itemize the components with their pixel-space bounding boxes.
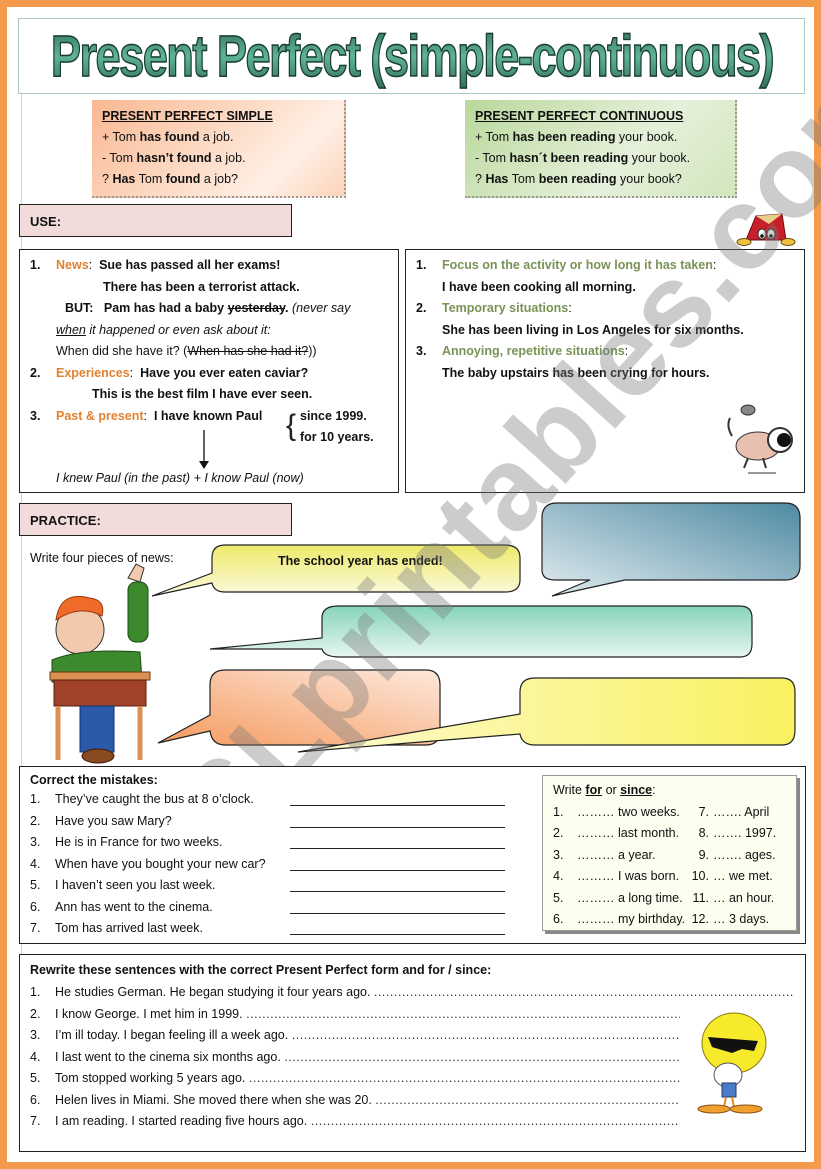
rewrite-item: 3. I’m ill today. I began feeling ill a w… — [30, 1028, 680, 1042]
rewrite-sentence: I’m ill today. I began feeling ill a wee… — [55, 1028, 289, 1042]
rewrite-item: 4. I last went to the cinema six months a… — [30, 1049, 680, 1064]
answer-line[interactable] — [290, 816, 505, 828]
correct-mistakes-title: Correct the mistakes: — [30, 773, 158, 787]
rewrite-sentence: I last went to the cinema six months ago… — [55, 1049, 281, 1064]
for-since-blank[interactable]: … an hour. — [713, 888, 774, 910]
for-since-blank[interactable]: … 3 days. — [713, 909, 769, 931]
answer-line[interactable] — [290, 837, 505, 849]
student-raising-hand-icon — [49, 563, 151, 764]
mistake-sentence: Ann has went to the cinema. — [55, 899, 213, 914]
answer-dotted-line[interactable]: …………………………………………………………………………………………………………… — [370, 985, 795, 999]
mistake-sentence: Have you saw Mary? — [55, 813, 172, 828]
for-since-title: Write for or since: — [553, 783, 656, 797]
rewrite-item: 1. He studies German. He began studying i… — [30, 985, 795, 999]
mistake-sentence: They’ve caught the bus at 8 o’clock. — [55, 792, 254, 806]
rewrite-item: 6. Helen lives in Miami. She moved there … — [30, 1093, 680, 1107]
rewrite-sentence: I am reading. I started reading five hou… — [55, 1114, 308, 1128]
rewrite-item: 5. Tom stopped working 5 years ago. ……………… — [30, 1071, 680, 1085]
rewrite-title: Rewrite these sentences with the correct… — [30, 963, 492, 977]
for-since-blank[interactable]: ……. April — [713, 802, 769, 824]
example-bubble-text: The school year has ended! — [278, 554, 443, 568]
answer-line[interactable] — [290, 902, 505, 914]
answer-dotted-line[interactable]: …………………………………………………………………………………………………………… — [245, 1071, 680, 1085]
answer-line[interactable] — [290, 923, 505, 935]
bubble-orange — [157, 669, 441, 746]
mistake-sentence: I haven’t seen you last week. — [55, 878, 216, 892]
for-since-blank[interactable]: ……… my birthday. — [577, 909, 687, 931]
answer-dotted-line[interactable]: …………………………………………………………………………………………………………… — [372, 1093, 680, 1107]
for-since-row: 2.……… last month. 8.……. 1997. — [553, 823, 786, 845]
mistake-sentence: He is in France for two weeks. — [55, 835, 223, 849]
rewrite-sentence: Tom stopped working 5 years ago. — [55, 1071, 246, 1085]
answer-dotted-line[interactable]: …………………………………………………………………………………………………………… — [281, 1050, 680, 1064]
rewrite-sentence: He studies German. He began studying it … — [55, 985, 371, 999]
tweety-bird-icon — [697, 1012, 767, 1114]
mistake-sentence: When have you bought your new car? — [55, 856, 266, 871]
for-since-blank[interactable]: ……… last month. — [577, 823, 687, 845]
rewrite-panel: Rewrite these sentences with the correct… — [19, 954, 806, 1152]
bubble-teal — [209, 605, 753, 658]
for-since-row: 6.……… my birthday. 12.… 3 days. — [553, 909, 786, 931]
for-since-blank[interactable]: ……… I was born. — [577, 866, 687, 888]
rewrite-sentence: I know George. I met him in 1999. — [55, 1006, 243, 1021]
bubble-blue — [541, 502, 801, 597]
for-since-blank[interactable]: ……. ages. — [713, 845, 776, 867]
bubble-example — [151, 544, 521, 597]
for-since-blank[interactable]: ……… a long time. — [577, 888, 687, 910]
for-since-blank[interactable]: ……… a year. — [577, 845, 687, 867]
answer-line[interactable] — [290, 794, 505, 806]
rewrite-sentence: Helen lives in Miami. She moved there wh… — [55, 1092, 372, 1107]
answer-line[interactable] — [290, 880, 505, 892]
rewrite-item: 2. I know George. I met him in 1999. …………… — [30, 1006, 680, 1021]
for-since-blank[interactable]: … we met. — [713, 866, 773, 888]
rewrite-item: 7. I am reading. I started reading five h… — [30, 1114, 680, 1128]
for-since-row: 3.……… a year. 9.……. ages. — [553, 845, 786, 867]
for-since-box: Write for or since: 1.……… two weeks. 7.……… — [542, 775, 797, 931]
for-since-row: 4.……… I was born. 10.… we met. — [553, 866, 786, 888]
mistake-sentence: Tom has arrived last week. — [55, 921, 203, 935]
for-since-row: 5.……… a long time. 11.… an hour. — [553, 888, 786, 910]
answer-dotted-line[interactable]: …………………………………………………………………………………………………………… — [307, 1114, 680, 1128]
answer-line[interactable] — [290, 859, 505, 871]
for-since-blank[interactable]: ……… two weeks. — [577, 802, 687, 824]
answer-dotted-line[interactable]: …………………………………………………………………………………………………………… — [243, 1007, 680, 1021]
answer-dotted-line[interactable]: …………………………………………………………………………………………………………… — [288, 1028, 680, 1042]
for-since-row: 1.……… two weeks. 7.……. April — [553, 802, 786, 824]
for-since-blank[interactable]: ……. 1997. — [713, 823, 776, 845]
